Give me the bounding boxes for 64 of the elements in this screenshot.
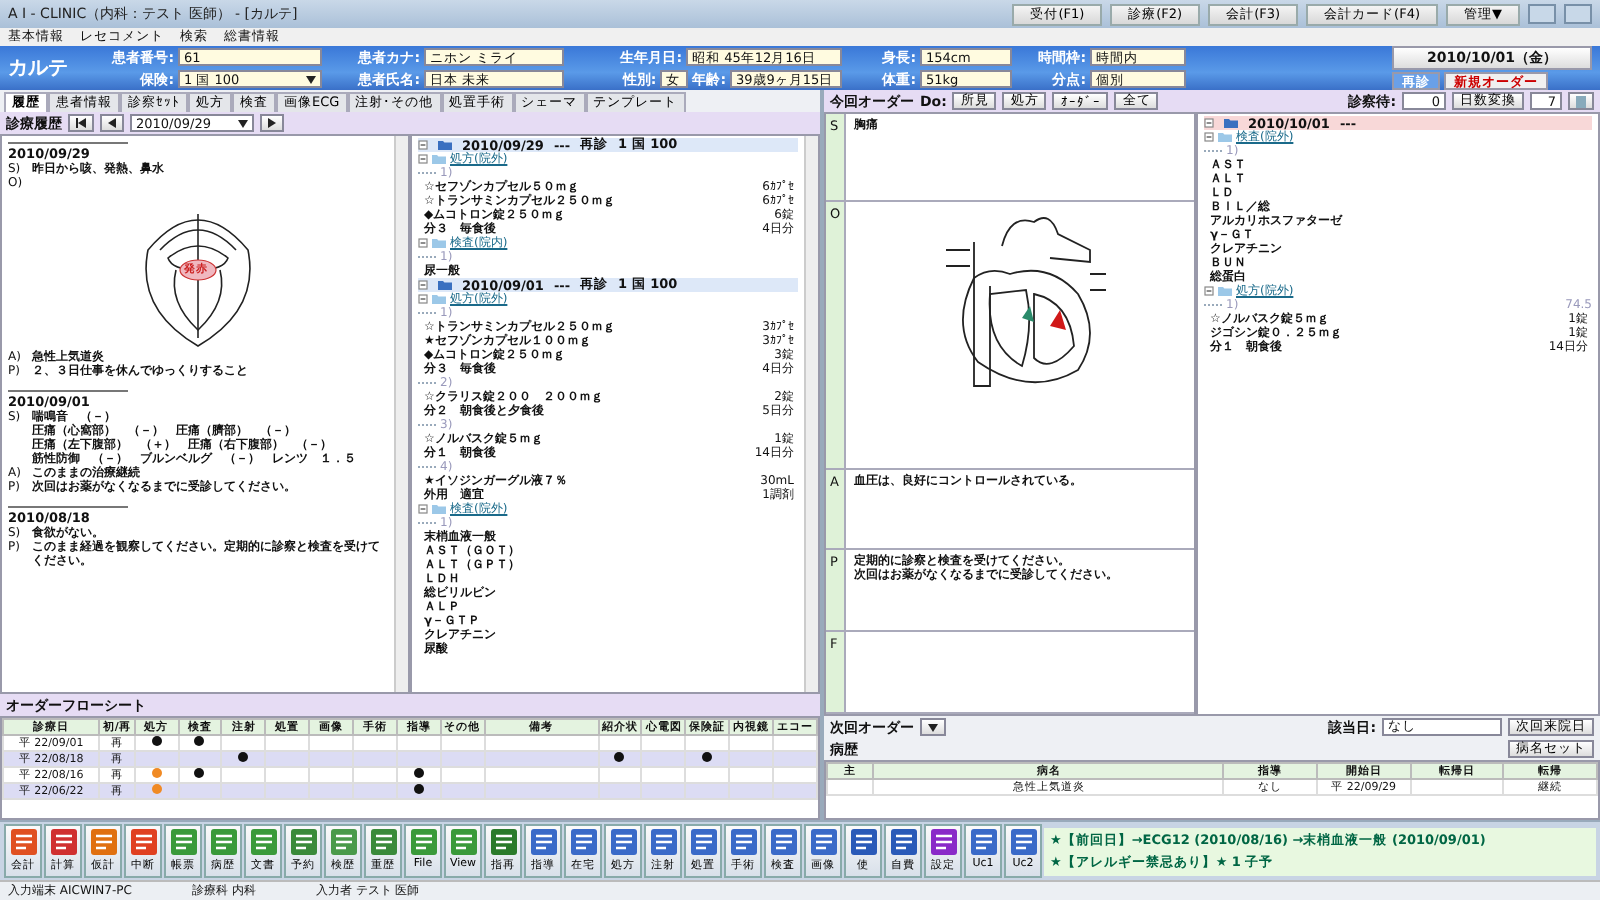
first-button[interactable] — [68, 114, 94, 132]
tile-icon — [969, 828, 997, 856]
tile-icon — [729, 828, 757, 856]
tile-icon — [849, 828, 877, 856]
dashed-line-icon — [1204, 148, 1222, 154]
minimize-button[interactable] — [1528, 4, 1556, 24]
dashed-line-icon — [418, 464, 436, 470]
tile-icon — [889, 828, 917, 856]
collapse-icon[interactable] — [1204, 286, 1214, 296]
previous-icon — [108, 118, 116, 128]
dropdown-icon — [238, 119, 248, 127]
previous-button[interactable] — [100, 114, 124, 132]
tile-icon — [49, 828, 77, 856]
tile-icon — [449, 828, 477, 856]
tile-icon — [329, 828, 357, 856]
collapse-icon[interactable] — [1204, 132, 1214, 142]
dashed-line-icon — [418, 310, 436, 316]
dashed-line-icon — [418, 422, 436, 428]
first-icon — [76, 118, 86, 128]
tile-icon — [609, 828, 637, 856]
dashed-line-icon — [1204, 302, 1222, 308]
tile-icon — [809, 828, 837, 856]
collapse-icon[interactable] — [1204, 118, 1214, 128]
dashed-line-icon — [418, 170, 436, 176]
tile-icon — [249, 828, 277, 856]
tile-icon — [169, 828, 197, 856]
folder-icon — [1218, 286, 1232, 296]
tile-icon — [209, 828, 237, 856]
next-icon — [268, 118, 276, 128]
app-logo: カルテ — [8, 56, 70, 82]
folder-icon — [432, 238, 446, 248]
dropdown-icon — [928, 723, 938, 731]
tile-icon — [1009, 828, 1037, 856]
collapse-icon[interactable] — [418, 140, 428, 150]
scrollbar[interactable] — [394, 136, 408, 692]
help-icon — [1576, 95, 1586, 107]
tile-icon — [769, 828, 797, 856]
folder-icon — [432, 504, 446, 514]
scrollbar[interactable] — [804, 136, 818, 692]
dropdown-icon — [306, 75, 316, 83]
tile-icon — [409, 828, 437, 856]
tile-icon — [689, 828, 717, 856]
tile-icon — [489, 828, 517, 856]
collapse-icon[interactable] — [418, 238, 428, 248]
tile-icon — [649, 828, 677, 856]
tile-icon — [129, 828, 157, 856]
tile-icon — [929, 828, 957, 856]
dashed-line-icon — [418, 520, 436, 526]
next-button[interactable] — [260, 114, 284, 132]
tile-icon — [9, 828, 37, 856]
dashed-line-icon — [418, 254, 436, 260]
tile-icon — [89, 828, 117, 856]
collapse-icon[interactable] — [418, 280, 428, 290]
tile-icon — [369, 828, 397, 856]
collapse-icon[interactable] — [418, 504, 428, 514]
tile-icon — [569, 828, 597, 856]
maximize-button[interactable] — [1564, 4, 1592, 24]
tile-icon — [529, 828, 557, 856]
dashed-line-icon — [418, 380, 436, 386]
help-button[interactable] — [1568, 92, 1594, 110]
collapse-icon[interactable] — [418, 294, 428, 304]
dropdown-button[interactable] — [920, 718, 946, 736]
collapse-icon[interactable] — [418, 154, 428, 164]
tile-icon — [289, 828, 317, 856]
